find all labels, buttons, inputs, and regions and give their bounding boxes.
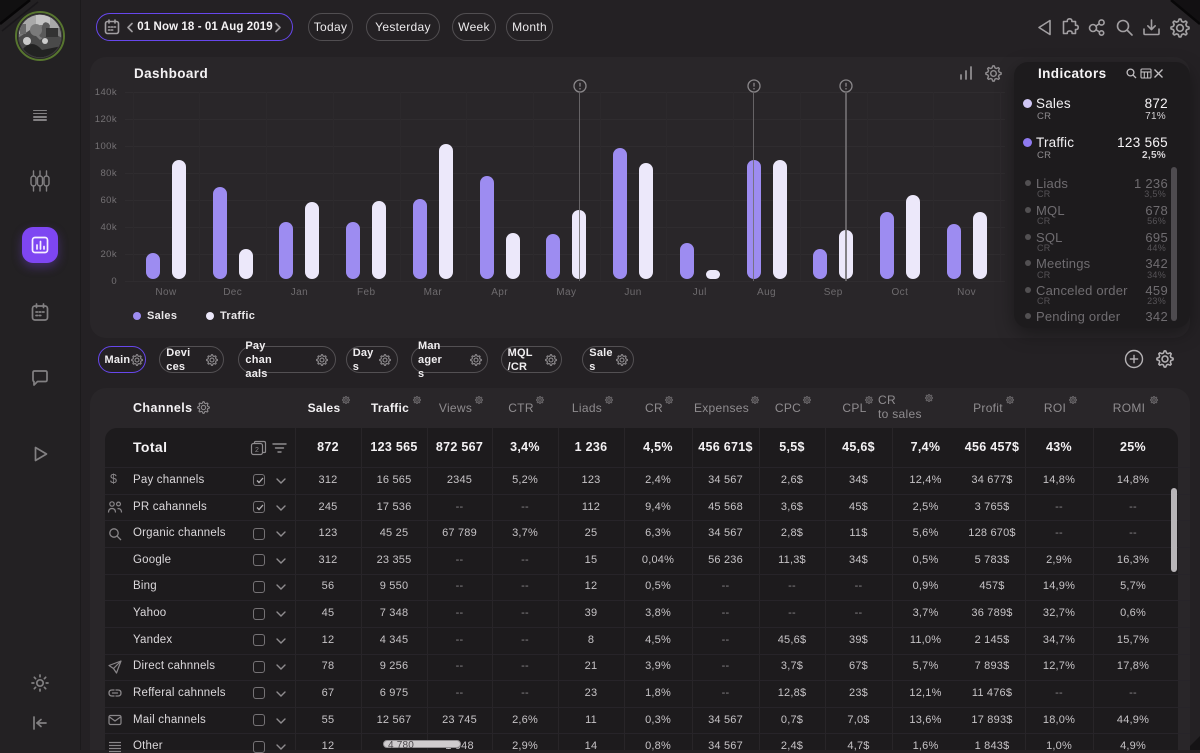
svg-text:2: 2 xyxy=(255,447,259,454)
